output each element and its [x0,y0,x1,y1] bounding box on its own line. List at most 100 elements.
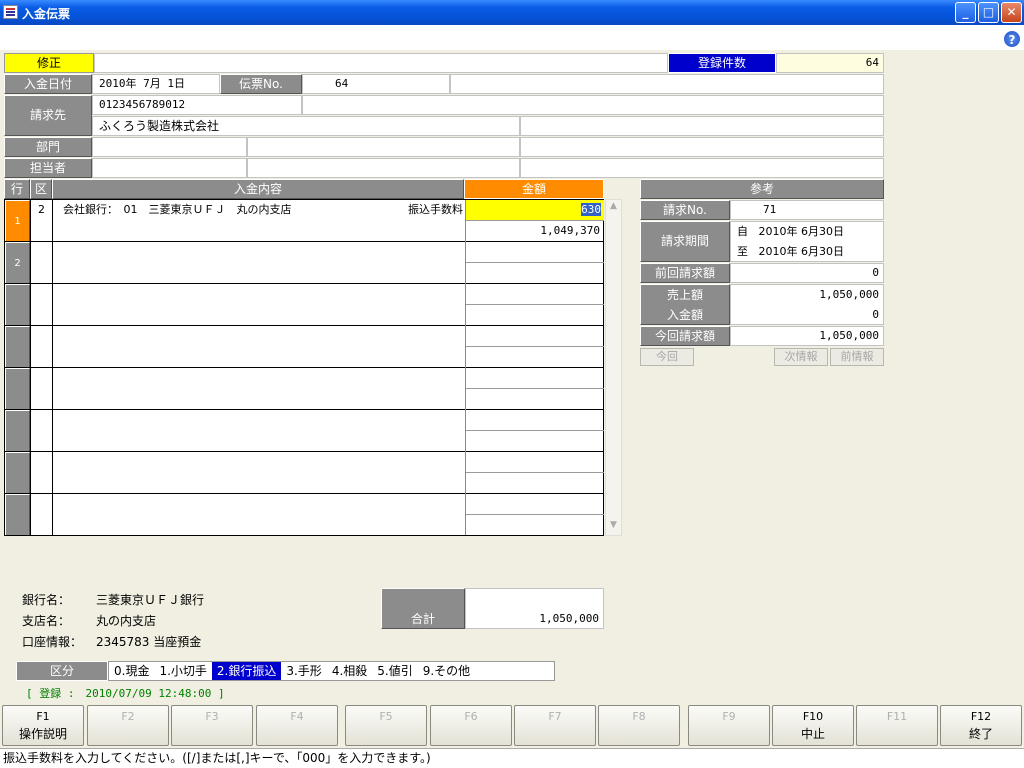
row-content[interactable] [63,284,393,304]
ref-next-button[interactable]: 次情報 [774,348,828,366]
dept-code-field[interactable] [92,137,247,157]
column-divider [30,200,31,535]
maximize-button[interactable]: □ [978,2,999,23]
app-icon [3,5,18,19]
ref-payment-label: 入金額 [666,308,703,322]
bank-account: 2345783 当座預金 [96,635,202,649]
amount-divider [466,514,604,515]
row-amount[interactable]: 1,049,370 [466,221,604,241]
ref-period-label: 請求期間 [640,221,730,262]
row-kind[interactable] [31,284,52,304]
row-header[interactable] [5,410,30,452]
fkey-f3-button[interactable]: F3 [171,705,253,746]
fkey-f10-button[interactable]: F10 中止 [772,705,854,746]
row-amount[interactable] [466,347,604,367]
bank-account-label: 口座情報： [22,635,83,649]
row-header[interactable] [5,368,30,410]
ref-to: 至 [737,245,748,258]
row-kind[interactable] [31,452,52,472]
row-content[interactable] [63,326,393,346]
ref-this-button[interactable]: 今回 [640,348,694,366]
row-kind[interactable] [31,368,52,388]
ref-invoice-label: 請求No. [640,200,730,220]
division-option[interactable]: 4.相殺 [327,662,372,680]
billing-name-field[interactable]: ふくろう製造株式会社 [92,116,520,136]
grid-scrollbar[interactable]: ▲ ▼ [605,199,622,536]
row-amount[interactable] [466,305,604,325]
row-header[interactable] [5,452,30,494]
staff-code-field[interactable] [92,158,247,178]
row-amount[interactable] [466,431,604,451]
row-content[interactable] [63,410,393,430]
date-field[interactable]: 2010年 7月 1日 [92,74,220,94]
register-timestamp: [ 登録 : 2010/07/09 12:48:00 ] [26,687,225,700]
ref-from: 自 [737,225,748,238]
fkey-f2-button[interactable]: F2 [87,705,169,746]
help-icon[interactable]: ? [1003,30,1021,48]
division-option[interactable]: 9.その他 [418,662,475,680]
division-option[interactable]: 1.小切手 [154,662,211,680]
amount-divider [466,304,604,305]
row-header[interactable] [5,284,30,326]
row-header[interactable] [5,326,30,368]
division-options: 0.現金 1.小切手 2.銀行振込 3.手形 4.相殺 5.値引 9.その他 [108,661,555,681]
row-header[interactable]: 2 [5,242,30,284]
row-content[interactable]: 会社銀行： 01 三菱東京ＵＦＪ 丸の内支店 [63,200,393,220]
row-header[interactable] [5,494,30,536]
date-label: 入金日付 [4,74,92,94]
scroll-up-icon[interactable]: ▲ [607,201,620,215]
ref-current-value: 1,050,000 [730,326,884,346]
row-kind[interactable] [31,494,52,514]
row-amount[interactable] [466,473,604,493]
division-option[interactable]: 3.手形 [281,662,326,680]
row-content[interactable] [63,452,393,472]
dept-label: 部門 [4,137,92,157]
ref-sales-payment-label: 売上額 入金額 [640,284,730,325]
fkey-f9-button[interactable]: F9 [688,705,770,746]
row-content[interactable] [63,242,393,262]
fkey-key: F6 [464,710,478,723]
row-amount[interactable] [466,389,604,409]
slip-label: 伝票No. [220,74,302,94]
fee-field[interactable]: 630 [466,200,604,221]
fkey-f11-button[interactable]: F11 [856,705,938,746]
bank-info: 銀行名： 三菱東京ＵＦＪ銀行 支店名： 丸の内支店 口座情報： 2345783 当座預… [22,590,204,653]
bank-name: 三菱東京ＵＦＪ銀行 [96,593,205,607]
billing-code-field[interactable]: 0123456789012 [92,95,302,115]
fkey-f6-button[interactable]: F6 [430,705,512,746]
scroll-down-icon[interactable]: ▼ [607,520,620,534]
fkey-f5-button[interactable]: F5 [345,705,427,746]
division-option[interactable]: 2.銀行振込 [211,662,282,680]
amount-divider [466,472,604,473]
row-kind[interactable] [31,410,52,430]
count-label: 登録件数 [668,53,776,73]
minimize-button[interactable]: _ [955,2,976,23]
count-value: 64 [776,53,884,73]
slip-field[interactable]: 64 [302,74,450,94]
fkey-f7-button[interactable]: F7 [514,705,596,746]
column-divider [52,200,53,535]
close-button[interactable]: ✕ [1001,2,1022,23]
division-option[interactable]: 0.現金 [109,662,154,680]
row-content[interactable] [63,494,393,514]
ref-from-date: 2010年 6月30日 [758,225,845,238]
row-amount[interactable] [466,515,604,535]
ref-prev-button[interactable]: 前情報 [830,348,884,366]
fkey-f4-button[interactable]: F4 [256,705,338,746]
status-bar: 振込手数料を入力してください。([/]または[,]キーで、「000」を入力できま… [0,748,1024,768]
row-content[interactable] [63,368,393,388]
row-kind[interactable] [31,242,52,262]
row-kind[interactable]: 2 [31,200,52,220]
title-bar: 入金伝票 _ □ ✕ [0,0,1024,25]
fkey-key: F8 [632,710,646,723]
row-kind[interactable] [31,326,52,346]
fkey-f8-button[interactable]: F8 [598,705,680,746]
fkey-label: 中止 [800,727,825,741]
staff-name-field [247,158,520,178]
fkey-f12-button[interactable]: F12 終了 [940,705,1022,746]
row-amount[interactable] [466,263,604,283]
billing-name-blank [520,116,884,136]
division-option[interactable]: 5.値引 [372,662,417,680]
row-header[interactable]: 1 [5,200,30,242]
fkey-f1-button[interactable]: F1 操作説明 [2,705,84,746]
